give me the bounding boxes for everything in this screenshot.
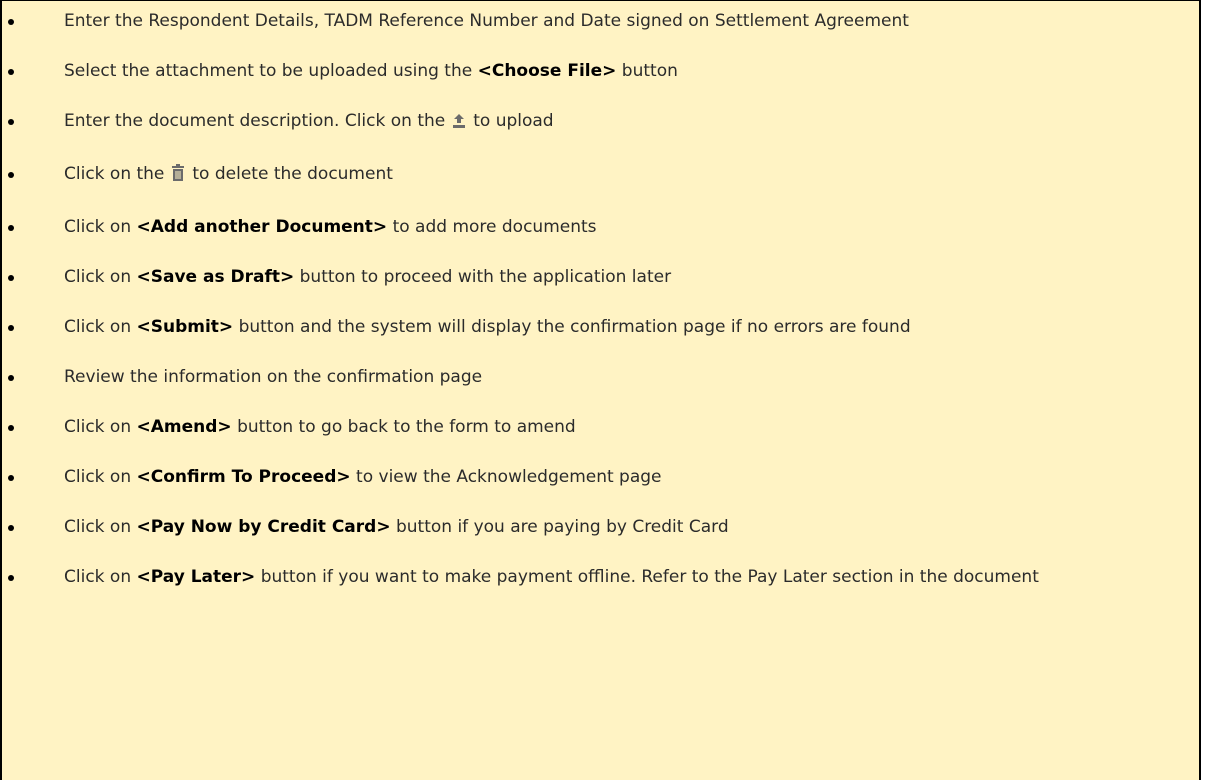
list-item: Click on the to delete the document bbox=[2, 162, 1199, 190]
step-text: Select the attachment to be uploaded usi… bbox=[64, 61, 478, 81]
bullet bbox=[8, 375, 14, 381]
step-text: Click on bbox=[64, 417, 137, 437]
bullet bbox=[8, 69, 14, 75]
step-text: Click on bbox=[64, 467, 137, 487]
list-item: Select the attachment to be uploaded usi… bbox=[2, 59, 1199, 84]
step-keyword: <Save as Draft> bbox=[136, 267, 295, 287]
step-text: Click on bbox=[64, 267, 137, 287]
list-item: Review the information on the confirmati… bbox=[2, 365, 1199, 390]
bullet bbox=[8, 325, 14, 331]
list-item: Click on <Add another Document> to add m… bbox=[2, 215, 1199, 240]
bullet bbox=[8, 275, 14, 281]
list-item: Enter the document description. Click on… bbox=[2, 109, 1199, 137]
step-keyword: <Pay Now by Credit Card> bbox=[136, 517, 391, 537]
instruction-panel: Enter the Respondent Details, TADM Refer… bbox=[0, 0, 1201, 780]
step-text-post: to delete the document bbox=[192, 164, 393, 184]
step-text: Click on bbox=[64, 517, 137, 537]
step-keyword: <Pay Later> bbox=[136, 567, 256, 587]
step-text: Enter the Respondent Details, TADM Refer… bbox=[64, 11, 909, 31]
step-keyword: <Add another Document> bbox=[136, 217, 388, 237]
trash-icon bbox=[170, 164, 186, 190]
step-text-post: to add more documents bbox=[387, 217, 597, 237]
list-item: Click on <Pay Now by Credit Card> button… bbox=[2, 515, 1199, 540]
step-text-post: button if you are paying by Credit Card bbox=[390, 517, 729, 537]
step-text-post: button and the system will display the c… bbox=[233, 317, 911, 337]
instruction-list: Enter the Respondent Details, TADM Refer… bbox=[2, 9, 1199, 590]
step-text-post: button if you want to make payment offli… bbox=[255, 567, 1039, 587]
step-text-post: button to proceed with the application l… bbox=[294, 267, 672, 287]
step-text-post: button to go back to the form to amend bbox=[231, 417, 576, 437]
bullet bbox=[8, 425, 14, 431]
step-keyword: <Amend> bbox=[136, 417, 232, 437]
list-item: Click on <Confirm To Proceed> to view th… bbox=[2, 465, 1199, 490]
list-item: Enter the Respondent Details, TADM Refer… bbox=[2, 9, 1199, 34]
step-text-post: to upload bbox=[473, 111, 554, 131]
step-keyword: <Choose File> bbox=[477, 61, 617, 81]
bullet bbox=[8, 575, 14, 581]
step-text: Enter the document description. Click on… bbox=[64, 111, 446, 131]
bullet bbox=[8, 225, 14, 231]
step-text: Review the information on the confirmati… bbox=[64, 367, 483, 387]
step-text-post: to view the Acknowledgement page bbox=[350, 467, 662, 487]
bullet bbox=[8, 119, 14, 125]
step-keyword: <Confirm To Proceed> bbox=[136, 467, 351, 487]
list-item: Click on <Submit> button and the system … bbox=[2, 315, 1199, 340]
list-item: Click on <Amend> button to go back to th… bbox=[2, 415, 1199, 440]
step-keyword: <Submit> bbox=[136, 317, 234, 337]
step-text: Click on bbox=[64, 317, 137, 337]
step-text-post: button bbox=[616, 61, 678, 81]
bullet bbox=[8, 525, 14, 531]
bullet bbox=[8, 19, 14, 25]
list-item: Click on <Pay Later> button if you want … bbox=[2, 565, 1199, 590]
list-item: Click on <Save as Draft> button to proce… bbox=[2, 265, 1199, 290]
bullet bbox=[8, 172, 14, 178]
upload-icon bbox=[451, 112, 467, 137]
bullet bbox=[8, 475, 14, 481]
step-text: Click on the bbox=[64, 164, 165, 184]
step-text: Click on bbox=[64, 217, 137, 237]
step-text: Click on bbox=[64, 567, 137, 587]
